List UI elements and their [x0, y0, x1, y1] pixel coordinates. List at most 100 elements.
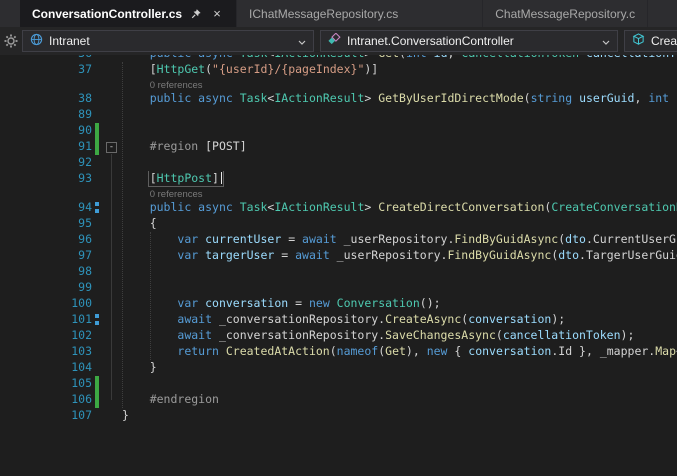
code-row: 38 public async Task<IActionResult> GetB…	[0, 91, 677, 107]
token: _userRepository.	[343, 232, 455, 246]
change-margin	[92, 232, 102, 248]
code-line: var targerUser = await _userRepository.F…	[122, 248, 677, 264]
token: nameof	[336, 344, 379, 358]
change-margin	[92, 328, 102, 344]
chevron-down-icon	[298, 34, 306, 48]
fold-margin	[102, 107, 122, 123]
change-margin	[92, 280, 102, 296]
line-number: 37	[78, 62, 92, 76]
change-indicator-green	[92, 376, 102, 392]
fold-margin	[102, 78, 122, 91]
token: var	[177, 248, 206, 262]
token: var	[177, 232, 206, 246]
close-icon[interactable]: ×	[210, 6, 224, 21]
code-line: }	[122, 360, 677, 376]
codelens-row: 0 references	[0, 78, 677, 91]
token: #endregion	[149, 392, 219, 406]
type-name: Intranet.ConversationController	[347, 34, 514, 48]
line-number: 98	[78, 264, 92, 278]
token: userGuid	[579, 91, 635, 105]
token: }	[122, 408, 129, 422]
line-number: 103	[71, 344, 92, 358]
code-line: public async Task<IActionResult> GetByUs…	[122, 91, 677, 107]
code-editor[interactable]: 36 public async Task<IActionResult> Get(…	[0, 46, 677, 424]
token: conversation	[468, 344, 552, 358]
token: CreateConversationDto	[551, 200, 677, 214]
code-row: 37 [HttpGet("{userId}/{pageIndex}")]	[0, 62, 677, 78]
change-margin	[92, 187, 102, 200]
token: await	[302, 232, 344, 246]
token: Get	[385, 344, 406, 358]
codelens-references[interactable]: 0 references	[150, 80, 203, 91]
change-margin	[92, 408, 102, 424]
code-line: [HttpGet("{userId}/{pageIndex}")]	[122, 62, 677, 78]
token: CreateAsync	[385, 312, 462, 326]
fold-margin	[102, 392, 122, 408]
token: ),	[405, 344, 427, 358]
pin-icon[interactable]	[189, 7, 203, 21]
fold-margin	[102, 264, 122, 280]
token: >	[364, 200, 379, 214]
change-margin	[92, 62, 102, 78]
code-line: {	[122, 216, 677, 232]
token: conversation	[468, 312, 552, 326]
token: int	[648, 91, 670, 105]
line-number: 102	[71, 328, 92, 342]
type-dropdown[interactable]: Intranet.ConversationController	[320, 30, 618, 52]
change-margin	[92, 360, 102, 376]
fold-margin	[102, 376, 122, 392]
tab-label: ConversationController.cs	[32, 6, 183, 21]
token: FindByGuidAsync	[447, 248, 552, 262]
token: GetByUserIdDirectMode	[378, 91, 524, 105]
token: IActionResult	[274, 200, 365, 214]
token: (	[329, 344, 337, 358]
change-margin	[92, 155, 102, 171]
token: )]	[364, 62, 379, 76]
line-number: 94	[78, 200, 92, 214]
tab-conversationcontroller[interactable]: ConversationController.cs ×	[20, 0, 238, 27]
code-line: #endregion	[122, 392, 677, 408]
editor-pane: 36 public async Task<IActionResult> Get(…	[0, 27, 677, 476]
token: }	[149, 360, 157, 374]
token: return	[177, 344, 226, 358]
code-row: 94 public async Task<IActionResult> Crea…	[0, 200, 677, 216]
token: await	[295, 248, 337, 262]
token: await	[177, 328, 219, 342]
change-margin	[92, 248, 102, 264]
project-dropdown[interactable]: Intranet	[22, 30, 314, 52]
member-dropdown[interactable]: Crea	[624, 30, 677, 52]
tab-ichatmessagerepository[interactable]: IChatMessageRepository.cs	[237, 0, 484, 27]
code-row: 89	[0, 107, 677, 123]
tab-bar: ConversationController.cs × IChatMessage…	[0, 0, 677, 27]
token: public async	[149, 91, 240, 105]
token: ,	[634, 91, 649, 105]
code-row: 101 await _conversationRepository.Create…	[0, 312, 677, 328]
token: =	[274, 248, 296, 262]
line-number: 89	[78, 107, 92, 121]
line-number: 90	[78, 123, 92, 137]
gear-icon[interactable]	[3, 33, 19, 49]
line-number: 97	[78, 248, 92, 262]
tab-chatmessagerepository[interactable]: ChatMessageRepository.c	[483, 0, 649, 27]
token: (	[495, 328, 503, 342]
code-row: 105	[0, 376, 677, 392]
token: CreatedAtAction	[225, 344, 330, 358]
change-margin	[92, 264, 102, 280]
token: new	[308, 296, 337, 310]
codelens-references[interactable]: 0 references	[150, 189, 203, 200]
line-number: 95	[78, 216, 92, 230]
token: dto	[558, 248, 580, 262]
code-row: 100 var conversation = new Conversation(…	[0, 296, 677, 312]
fold-toggle[interactable]: -	[106, 142, 117, 153]
token: "{userId}/{pageIndex}"	[212, 62, 365, 76]
fold-margin	[102, 216, 122, 232]
token: public async	[149, 200, 240, 214]
token: .Id }, _mapper.	[551, 344, 656, 358]
token: #region	[149, 139, 206, 153]
code-line: return CreatedAtAction(nameof(Get), new …	[122, 344, 677, 360]
fold-margin	[102, 155, 122, 171]
text-caret	[220, 172, 222, 184]
line-number: 99	[78, 280, 92, 294]
